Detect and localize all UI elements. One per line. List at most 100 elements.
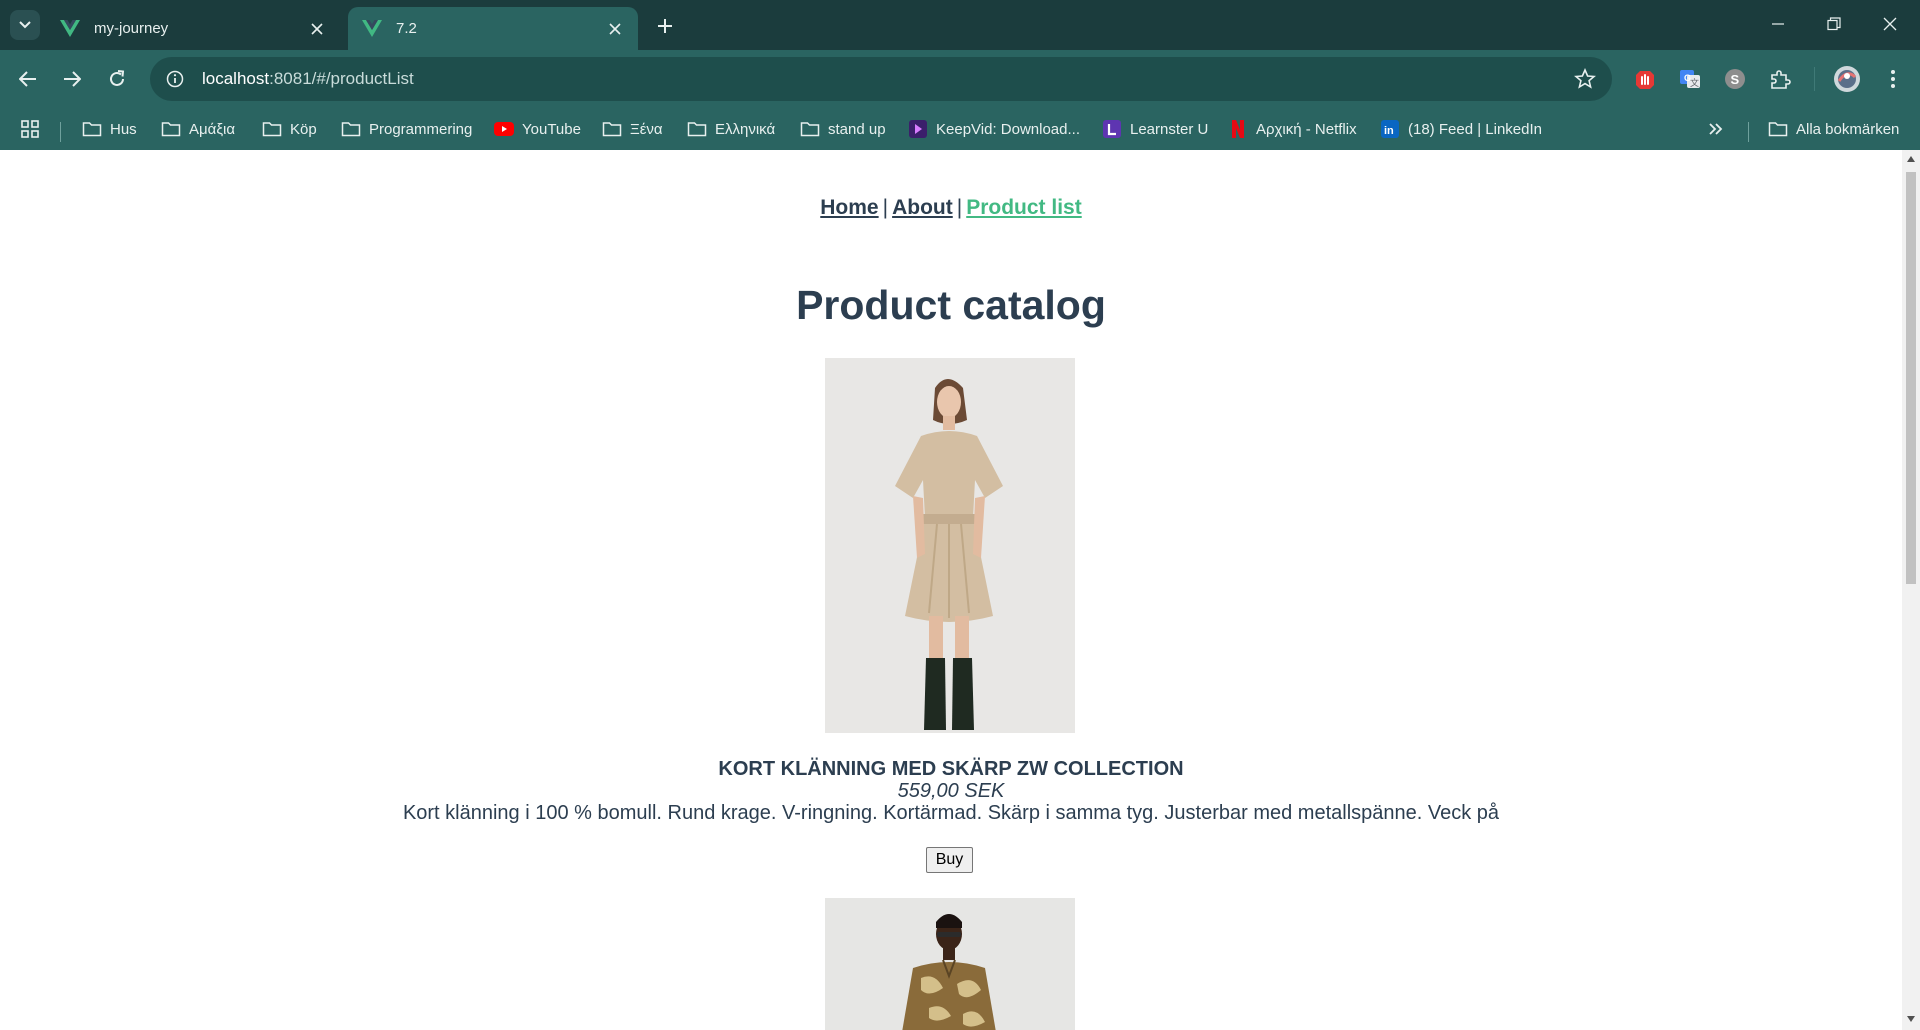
bookmark-label: stand up bbox=[828, 120, 886, 138]
bookmark-stand-up[interactable]: stand up bbox=[800, 116, 886, 142]
arrow-left-icon bbox=[19, 71, 36, 87]
bookmark-linkedin[interactable]: in (18) Feed | LinkedIn bbox=[1380, 116, 1542, 142]
scroll-down-arrow-icon[interactable] bbox=[1907, 1016, 1915, 1022]
all-bookmarks-folder[interactable]: Alla bokmärken bbox=[1768, 116, 1899, 142]
vue-logo-icon bbox=[362, 19, 382, 37]
skype-extension-icon[interactable]: S bbox=[1720, 64, 1750, 94]
google-translate-extension-icon[interactable]: G文 bbox=[1675, 64, 1705, 94]
back-button[interactable] bbox=[12, 63, 44, 95]
nav-separator: | bbox=[956, 196, 963, 219]
close-tab-icon[interactable] bbox=[308, 20, 326, 38]
tab-search-button[interactable] bbox=[10, 10, 40, 40]
youtube-icon bbox=[494, 120, 514, 138]
bookmark-label: Ελληνικά bbox=[715, 120, 776, 138]
bookmarks-divider bbox=[1748, 122, 1749, 142]
bookmark-ellinika[interactable]: Ελληνικά bbox=[687, 116, 775, 142]
restore-button[interactable] bbox=[1814, 8, 1854, 40]
bookmark-label: Αμάξια bbox=[189, 120, 236, 138]
browser-menu-button[interactable] bbox=[1878, 64, 1908, 94]
bookmark-label: YouTube bbox=[522, 120, 581, 138]
folder-icon bbox=[687, 120, 707, 138]
bookmark-kop[interactable]: Köp bbox=[262, 116, 317, 142]
product-description: Kort klänning i 100 % bomull. Rund krage… bbox=[402, 802, 1500, 824]
plus-icon bbox=[658, 19, 672, 33]
arrow-right-icon bbox=[64, 71, 81, 87]
product-image bbox=[825, 358, 1075, 733]
bookmark-label: Learnster U bbox=[1130, 120, 1209, 138]
bookmark-star-icon[interactable] bbox=[1574, 68, 1596, 90]
folder-icon bbox=[800, 120, 820, 138]
bookmark-hus[interactable]: Hus bbox=[82, 116, 137, 142]
folder-icon bbox=[602, 120, 622, 138]
nav-link-home[interactable]: Home bbox=[820, 196, 878, 219]
tab-7-2[interactable]: 7.2 bbox=[348, 7, 638, 50]
double-chevron-right-icon bbox=[1709, 123, 1723, 135]
bookmarks-divider bbox=[60, 122, 61, 142]
bookmark-xena[interactable]: Ξένα bbox=[602, 116, 663, 142]
toolbar-divider bbox=[1814, 67, 1815, 91]
close-window-button[interactable] bbox=[1870, 8, 1910, 40]
tab-title: 7.2 bbox=[396, 20, 417, 37]
bookmark-programmering[interactable]: Programmering bbox=[341, 116, 472, 142]
page-title: Product catalog bbox=[796, 282, 1106, 328]
bookmark-label: Köp bbox=[290, 120, 317, 138]
nav-separator: | bbox=[882, 196, 889, 219]
reload-icon bbox=[110, 70, 125, 86]
apps-grid-icon bbox=[21, 120, 39, 138]
tab-my-journey[interactable]: my-journey bbox=[46, 7, 340, 50]
keepvid-icon bbox=[908, 120, 928, 138]
page-viewport: Home | About | Product list Product catalog bbox=[0, 150, 1902, 1030]
forward-button[interactable] bbox=[56, 63, 88, 95]
ad-blocker-extension-icon[interactable] bbox=[1630, 64, 1660, 94]
profile-avatar[interactable] bbox=[1832, 64, 1862, 94]
nav-link-product-list[interactable]: Product list bbox=[966, 196, 1082, 219]
netflix-icon bbox=[1228, 120, 1248, 138]
bookmark-netflix[interactable]: Αρχική - Netflix bbox=[1228, 116, 1357, 142]
linkedin-icon: in bbox=[1380, 120, 1400, 138]
tab-title: my-journey bbox=[94, 20, 169, 37]
new-tab-button[interactable] bbox=[652, 13, 678, 39]
scroll-up-arrow-icon[interactable] bbox=[1907, 156, 1915, 162]
folder-icon bbox=[82, 120, 102, 138]
scrollbar-thumb[interactable] bbox=[1906, 172, 1916, 584]
folder-icon bbox=[262, 120, 282, 138]
svg-text:in: in bbox=[1384, 125, 1394, 137]
page-scrollbar[interactable] bbox=[1902, 150, 1920, 1030]
bookmark-label: Hus bbox=[110, 120, 137, 138]
more-vertical-icon bbox=[1891, 70, 1895, 88]
bookmark-learnster[interactable]: Learnster U bbox=[1102, 116, 1208, 142]
url-path: :8081/#/productList bbox=[269, 69, 414, 88]
address-bar[interactable]: localhost:8081/#/productList bbox=[150, 57, 1612, 101]
bookmark-label: (18) Feed | LinkedIn bbox=[1408, 120, 1542, 138]
bookmark-keepvid[interactable]: KeepVid: Download... bbox=[908, 116, 1080, 142]
bookmarks-bar: Hus Αμάξια Köp Programmering YouTube Ξέν… bbox=[0, 108, 1920, 150]
bookmark-label: KeepVid: Download... bbox=[936, 120, 1080, 138]
minimize-button[interactable] bbox=[1758, 8, 1798, 40]
browser-toolbar: localhost:8081/#/productList G文 S bbox=[0, 50, 1920, 108]
all-bookmarks-label: Alla bokmärken bbox=[1796, 120, 1900, 138]
bookmark-label: Ξένα bbox=[630, 120, 663, 138]
nav-link-about[interactable]: About bbox=[892, 196, 953, 219]
site-info-icon[interactable] bbox=[164, 68, 186, 90]
tab-strip: my-journey 7.2 bbox=[0, 0, 1920, 50]
apps-button[interactable] bbox=[20, 116, 40, 142]
folder-icon bbox=[1768, 120, 1788, 138]
product-name: KORT KLÄNNING MED SKÄRP ZW COLLECTION bbox=[718, 758, 1184, 780]
reload-button[interactable] bbox=[101, 63, 133, 95]
bookmarks-overflow-button[interactable] bbox=[1708, 116, 1724, 142]
minimize-icon bbox=[1772, 23, 1784, 25]
buy-button[interactable]: Buy bbox=[926, 847, 973, 873]
chevron-down-icon bbox=[19, 21, 31, 29]
product-image bbox=[825, 898, 1075, 1030]
close-icon bbox=[1883, 17, 1897, 31]
extensions-puzzle-icon[interactable] bbox=[1765, 64, 1795, 94]
close-tab-icon[interactable] bbox=[606, 20, 624, 38]
bookmark-amaxia[interactable]: Αμάξια bbox=[161, 116, 235, 142]
bookmark-label: Αρχική - Netflix bbox=[1256, 120, 1357, 138]
learnster-icon bbox=[1102, 120, 1122, 138]
product-price: 559,00 SEK bbox=[897, 780, 1005, 802]
restore-icon bbox=[1827, 17, 1841, 31]
site-nav: Home | About | Product list bbox=[0, 196, 1902, 220]
bookmark-youtube[interactable]: YouTube bbox=[494, 116, 581, 142]
folder-icon bbox=[341, 120, 361, 138]
